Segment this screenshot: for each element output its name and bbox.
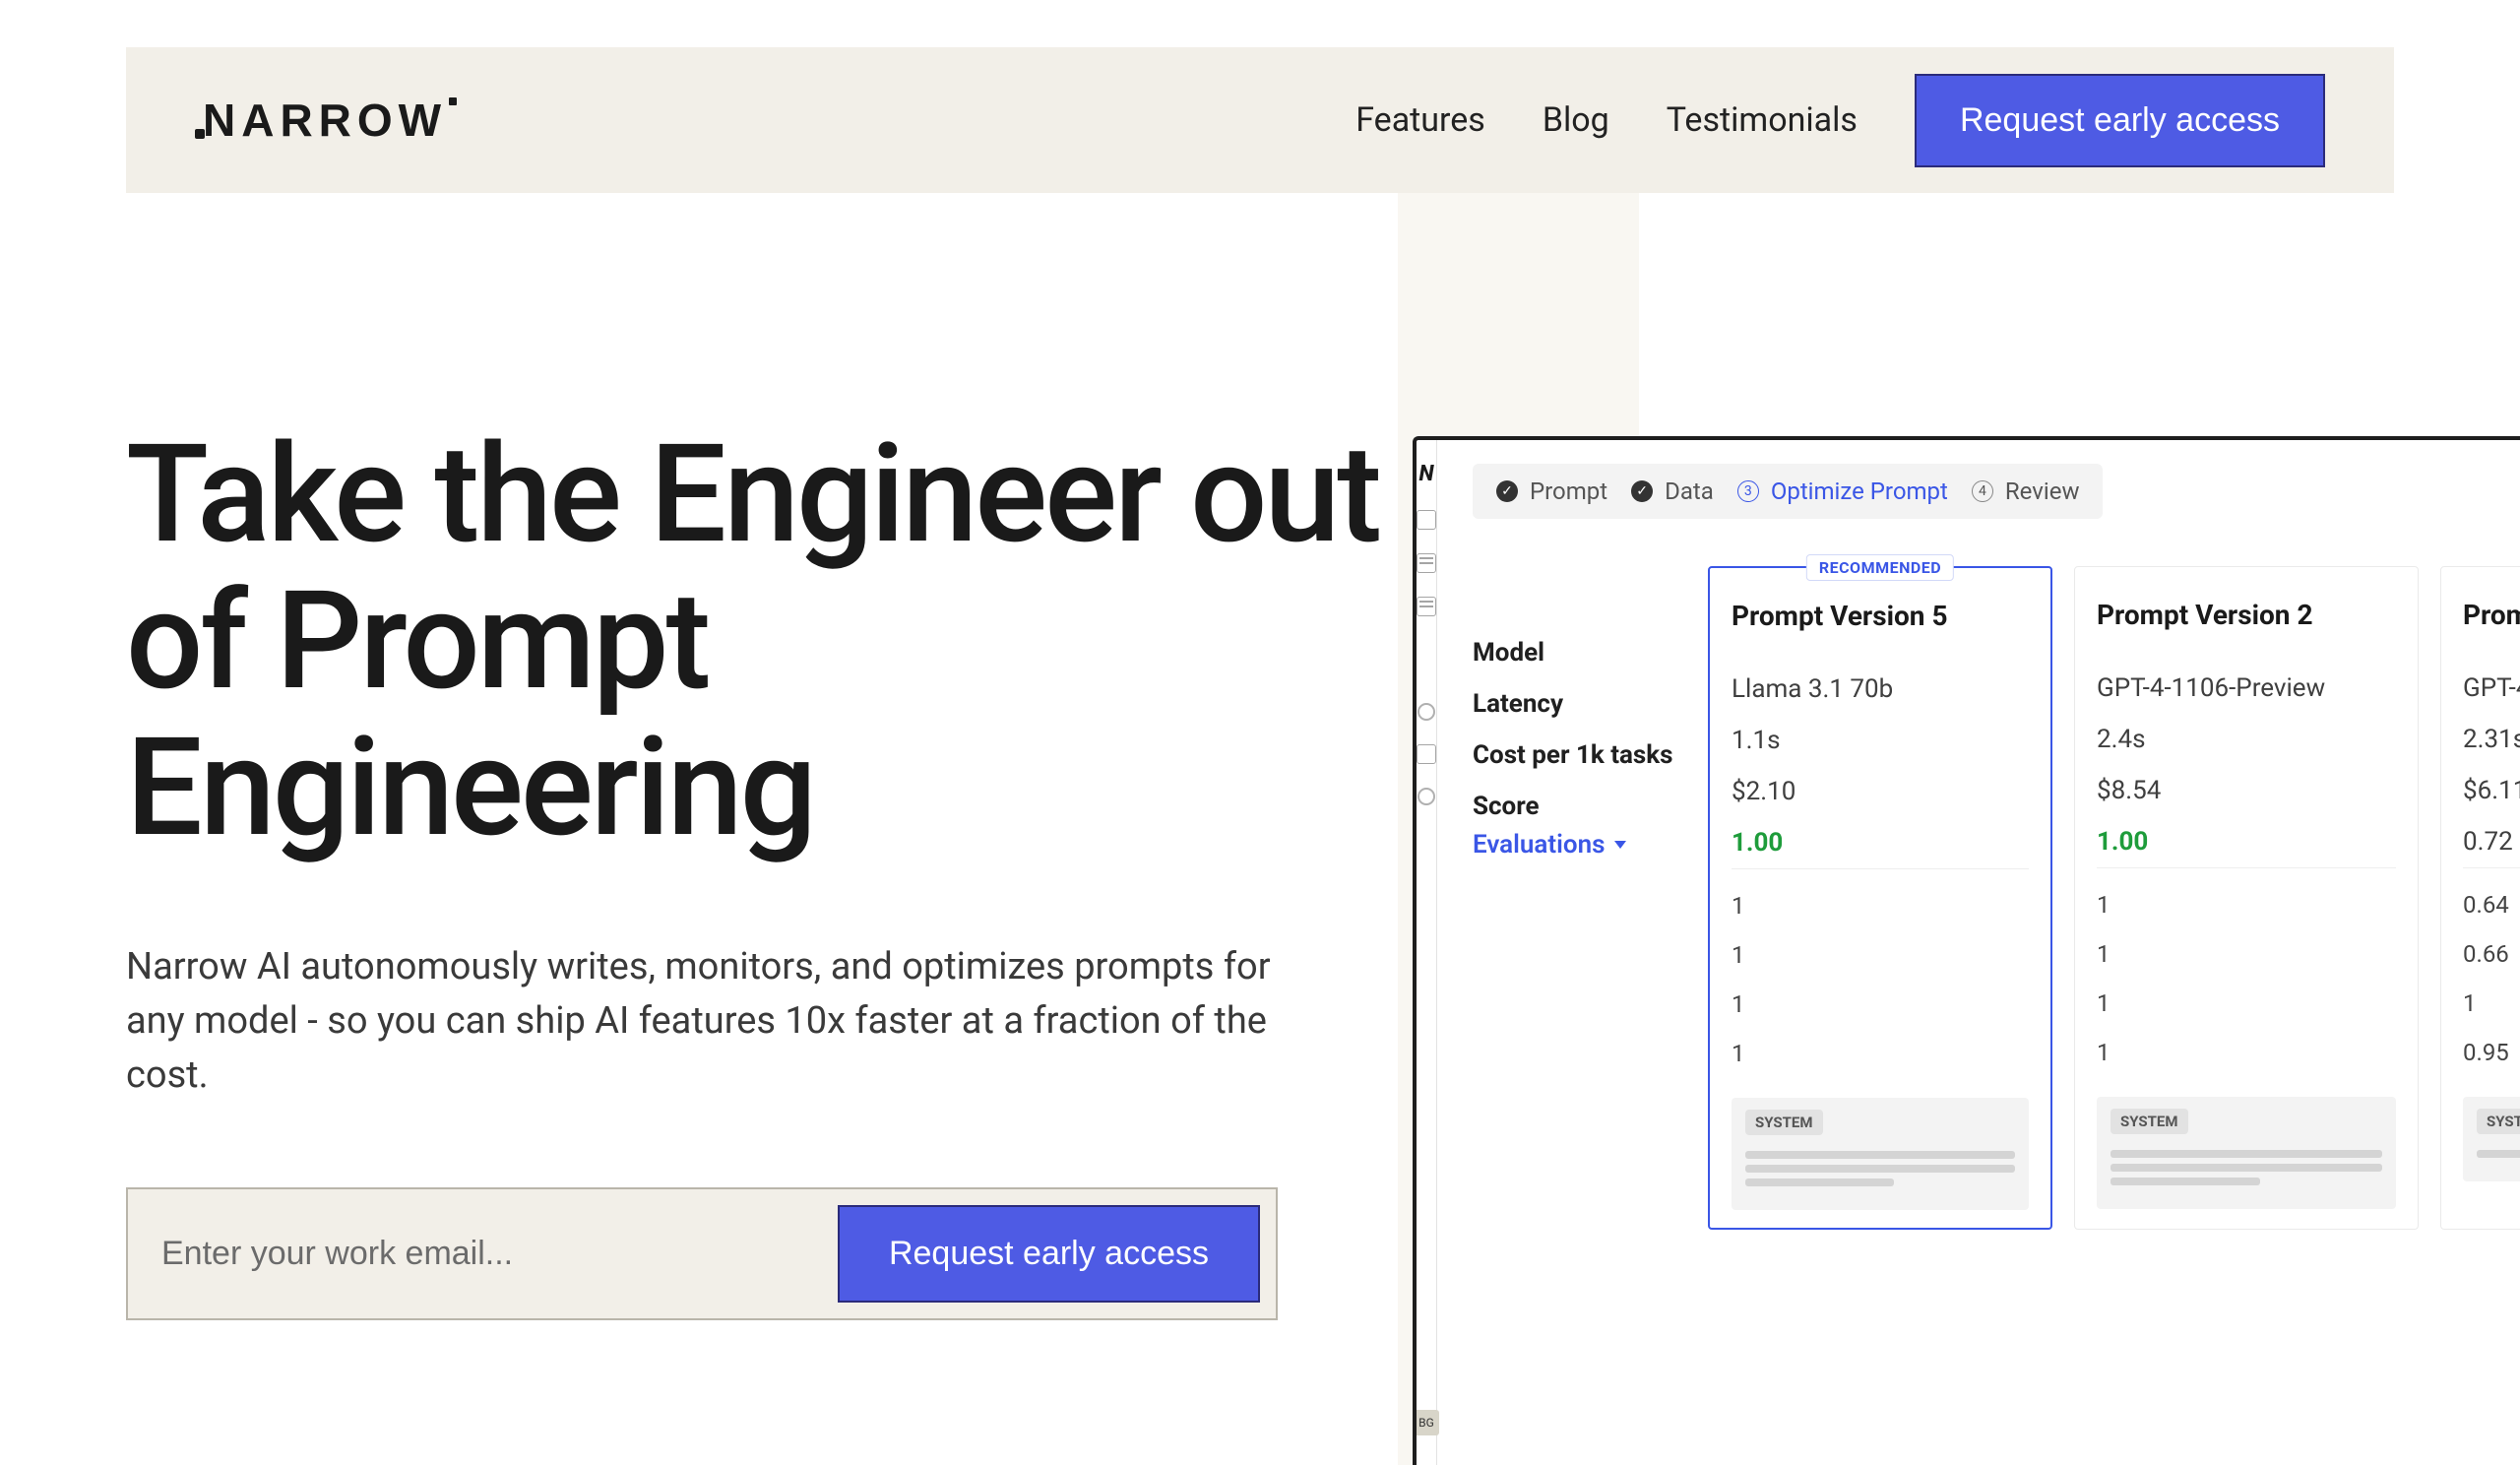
email-input[interactable]: [161, 1235, 838, 1273]
eval-value: 1: [2097, 929, 2396, 979]
logo-text: NARROW: [203, 94, 447, 147]
eval-value: 1: [2463, 979, 2520, 1028]
app-sidebar: N BG: [1417, 440, 1437, 1465]
cost-value: $2.10: [1732, 766, 2029, 817]
label-model: Model: [1473, 627, 1684, 678]
cost-value: $8.54: [2097, 765, 2396, 816]
version-title: Prompt Version 5: [1732, 600, 2029, 632]
version-cards: RECOMMENDED Prompt Version 5 Llama 3.1 7…: [1708, 566, 2520, 1230]
placeholder-line: [2110, 1164, 2382, 1172]
step-label: Prompt: [1530, 478, 1607, 505]
score-value: 1.00: [2097, 816, 2396, 867]
row-labels: Model Latency Cost per 1k tasks Score Ev…: [1473, 566, 1684, 1230]
eval-value: 1: [2097, 880, 2396, 929]
logo[interactable]: NARROW: [195, 94, 457, 147]
label-cost: Cost per 1k tasks: [1473, 730, 1684, 781]
eval-value: 0.64: [2463, 880, 2520, 929]
version-card[interactable]: Prompt Version 2 GPT-4-1106-Preview 2.4s…: [2074, 566, 2419, 1230]
model-value: GPT-4-1106-Preview: [2097, 663, 2396, 714]
placeholder-line: [1745, 1165, 2015, 1173]
evaluations-toggle[interactable]: Evaluations: [1473, 830, 1684, 860]
step-data[interactable]: ✓ Data: [1631, 478, 1714, 505]
system-label: SYSTEM: [2110, 1109, 2188, 1134]
step-label: Data: [1665, 478, 1714, 505]
eval-value: 0.66: [2463, 929, 2520, 979]
system-label: SYSTEM: [2477, 1109, 2520, 1134]
score-value: 0.72: [2463, 816, 2520, 867]
system-prompt-preview: SYSTEM: [2097, 1097, 2396, 1209]
comparison-table: Model Latency Cost per 1k tasks Score Ev…: [1473, 566, 2520, 1230]
evaluations-label: Evaluations: [1473, 830, 1605, 860]
app-main: ✓ Prompt ✓ Data 3 Optimize Prompt 4 Revi…: [1437, 440, 2520, 1465]
placeholder-line: [1745, 1151, 2015, 1159]
step-review[interactable]: 4 Review: [1972, 478, 2080, 505]
score-value: 1.00: [1732, 817, 2029, 868]
step-label: Optimize Prompt: [1771, 478, 1948, 505]
user-badge[interactable]: BG: [1414, 1410, 1439, 1435]
sidebar-nav-icon[interactable]: [1417, 510, 1436, 530]
latency-value: 2.4s: [2097, 714, 2396, 765]
version-card-recommended[interactable]: RECOMMENDED Prompt Version 5 Llama 3.1 7…: [1708, 566, 2052, 1230]
system-prompt-preview: SYSTEM: [2463, 1097, 2520, 1181]
hero-section: Take the Engineer out of Prompt Engineer…: [126, 421, 1416, 1320]
label-score: Score: [1473, 781, 1684, 832]
eval-block: 1 1 1 1: [2097, 867, 2396, 1077]
eval-value: 1: [1732, 930, 2029, 980]
placeholder-line: [2110, 1178, 2260, 1185]
placeholder-line: [2477, 1150, 2520, 1158]
label-latency: Latency: [1473, 678, 1684, 730]
cost-value: $6.11: [2463, 765, 2520, 816]
check-icon: ✓: [1631, 480, 1653, 502]
email-signup-form: Request early access: [126, 1187, 1278, 1320]
nav-testimonials[interactable]: Testimonials: [1667, 100, 1858, 140]
header: NARROW Features Blog Testimonials Reques…: [126, 47, 2394, 193]
version-title: Prompt Version 2: [2097, 599, 2396, 631]
step-number-icon: 3: [1737, 480, 1759, 502]
eval-value: 1: [1732, 881, 2029, 930]
model-value: Llama 3.1 70b: [1732, 664, 2029, 715]
wizard-steps: ✓ Prompt ✓ Data 3 Optimize Prompt 4 Revi…: [1473, 464, 2103, 519]
version-card[interactable]: Promp GPT-4 2.31s $6.11 0.72 0.64 0.66 1…: [2440, 566, 2520, 1230]
system-label: SYSTEM: [1745, 1110, 1823, 1135]
eval-value: 1: [1732, 1029, 2029, 1078]
hero-title: Take the Engineer out of Prompt Engineer…: [126, 421, 1416, 861]
eval-value: 1: [2097, 1028, 2396, 1077]
check-icon: ✓: [1496, 480, 1518, 502]
app-logo-icon[interactable]: N: [1418, 462, 1433, 486]
submit-email-button[interactable]: Request early access: [838, 1205, 1260, 1303]
globe-icon[interactable]: [1418, 788, 1435, 805]
eval-block: 0.64 0.66 1 0.95: [2463, 867, 2520, 1077]
nav-features[interactable]: Features: [1355, 100, 1485, 140]
step-number-icon: 4: [1972, 480, 1993, 502]
step-prompt[interactable]: ✓ Prompt: [1496, 478, 1607, 505]
main-nav: Features Blog Testimonials Request early…: [1355, 74, 2325, 167]
latency-value: 2.31s: [2463, 714, 2520, 765]
gear-icon[interactable]: [1418, 703, 1435, 721]
latency-value: 1.1s: [1732, 715, 2029, 766]
placeholder-line: [1745, 1178, 1894, 1186]
eval-value: 0.95: [2463, 1028, 2520, 1077]
eval-value: 1: [1732, 980, 2029, 1029]
recommended-tag: RECOMMENDED: [1806, 554, 1954, 581]
hero-subtitle: Narrow AI autonomously writes, monitors,…: [126, 940, 1307, 1103]
step-label: Review: [2005, 478, 2080, 505]
sidebar-nav-icon[interactable]: [1417, 744, 1436, 764]
version-title: Promp: [2463, 599, 2520, 631]
eval-block: 1 1 1 1: [1732, 868, 2029, 1078]
placeholder-line: [2110, 1150, 2382, 1158]
model-value: GPT-4: [2463, 663, 2520, 714]
eval-value: 1: [2097, 979, 2396, 1028]
sidebar-nav-icon[interactable]: [1417, 597, 1436, 616]
nav-blog[interactable]: Blog: [1543, 100, 1609, 140]
sidebar-nav-icon[interactable]: [1417, 553, 1436, 573]
chevron-down-icon: [1614, 841, 1626, 849]
app-preview-panel: N BG ✓ Prompt ✓ Data 3 Optimize Prompt 4: [1413, 436, 2520, 1465]
system-prompt-preview: SYSTEM: [1732, 1098, 2029, 1210]
logo-dot-icon: [449, 97, 457, 105]
request-access-button[interactable]: Request early access: [1915, 74, 2325, 167]
step-optimize[interactable]: 3 Optimize Prompt: [1737, 478, 1948, 505]
